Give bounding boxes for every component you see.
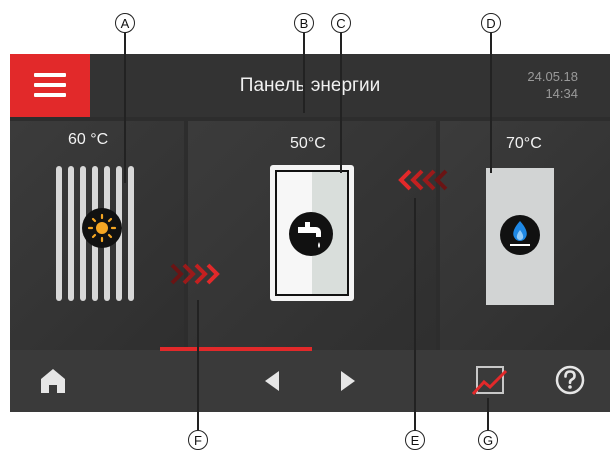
solar-collector-icon xyxy=(56,166,134,301)
callout-e: E xyxy=(405,430,425,450)
faucet-icon xyxy=(289,212,333,256)
boiler-panel[interactable]: 70°C xyxy=(440,121,610,350)
boiler-icon xyxy=(486,168,554,305)
chevrons-left-icon xyxy=(398,169,448,191)
callout-a: A xyxy=(115,13,135,33)
callout-f: F xyxy=(188,430,208,450)
triangle-right-icon[interactable] xyxy=(338,369,358,393)
callout-a-leader xyxy=(124,33,126,183)
menu-icon-line xyxy=(34,83,66,87)
bottom-bar xyxy=(10,347,610,412)
callout-d: D xyxy=(481,13,501,33)
date-text: 24.05.18 xyxy=(527,69,578,84)
question-mark-icon[interactable] xyxy=(555,365,585,395)
gas-flame-icon xyxy=(500,215,540,255)
page-indicator xyxy=(160,347,312,351)
callout-b-leader xyxy=(303,33,305,113)
storage-tank-panel[interactable]: 50°C xyxy=(188,121,436,350)
device-screen: Панель энергии 24.05.18 14:34 60 °C 50°C… xyxy=(10,54,610,412)
energy-chart-icon[interactable] xyxy=(470,362,510,398)
callout-c-leader xyxy=(340,33,342,173)
page-title: Панель энергии xyxy=(239,75,381,96)
energy-panel-main: 60 °C 50°C 70°C xyxy=(10,117,610,350)
storage-tank-icon xyxy=(270,165,354,301)
menu-button[interactable] xyxy=(10,54,90,117)
menu-icon-line xyxy=(34,73,66,77)
callout-b: B xyxy=(294,13,314,33)
callout-f-leader xyxy=(197,300,199,430)
callout-g-leader xyxy=(487,398,489,430)
chevrons-right-icon xyxy=(170,263,220,285)
top-bar: Панель энергии 24.05.18 14:34 xyxy=(10,54,610,117)
datetime-display: 24.05.18 14:34 xyxy=(527,68,578,102)
callout-e-leader xyxy=(414,198,416,430)
sun-icon xyxy=(82,208,122,248)
callout-c: C xyxy=(331,13,351,33)
solar-panel[interactable]: 60 °C xyxy=(10,121,184,350)
callout-d-leader xyxy=(490,33,492,173)
callout-g: G xyxy=(478,430,498,450)
home-icon[interactable] xyxy=(38,366,68,396)
triangle-left-icon[interactable] xyxy=(262,369,282,393)
time-text: 14:34 xyxy=(545,86,578,101)
menu-icon-line xyxy=(34,93,66,97)
